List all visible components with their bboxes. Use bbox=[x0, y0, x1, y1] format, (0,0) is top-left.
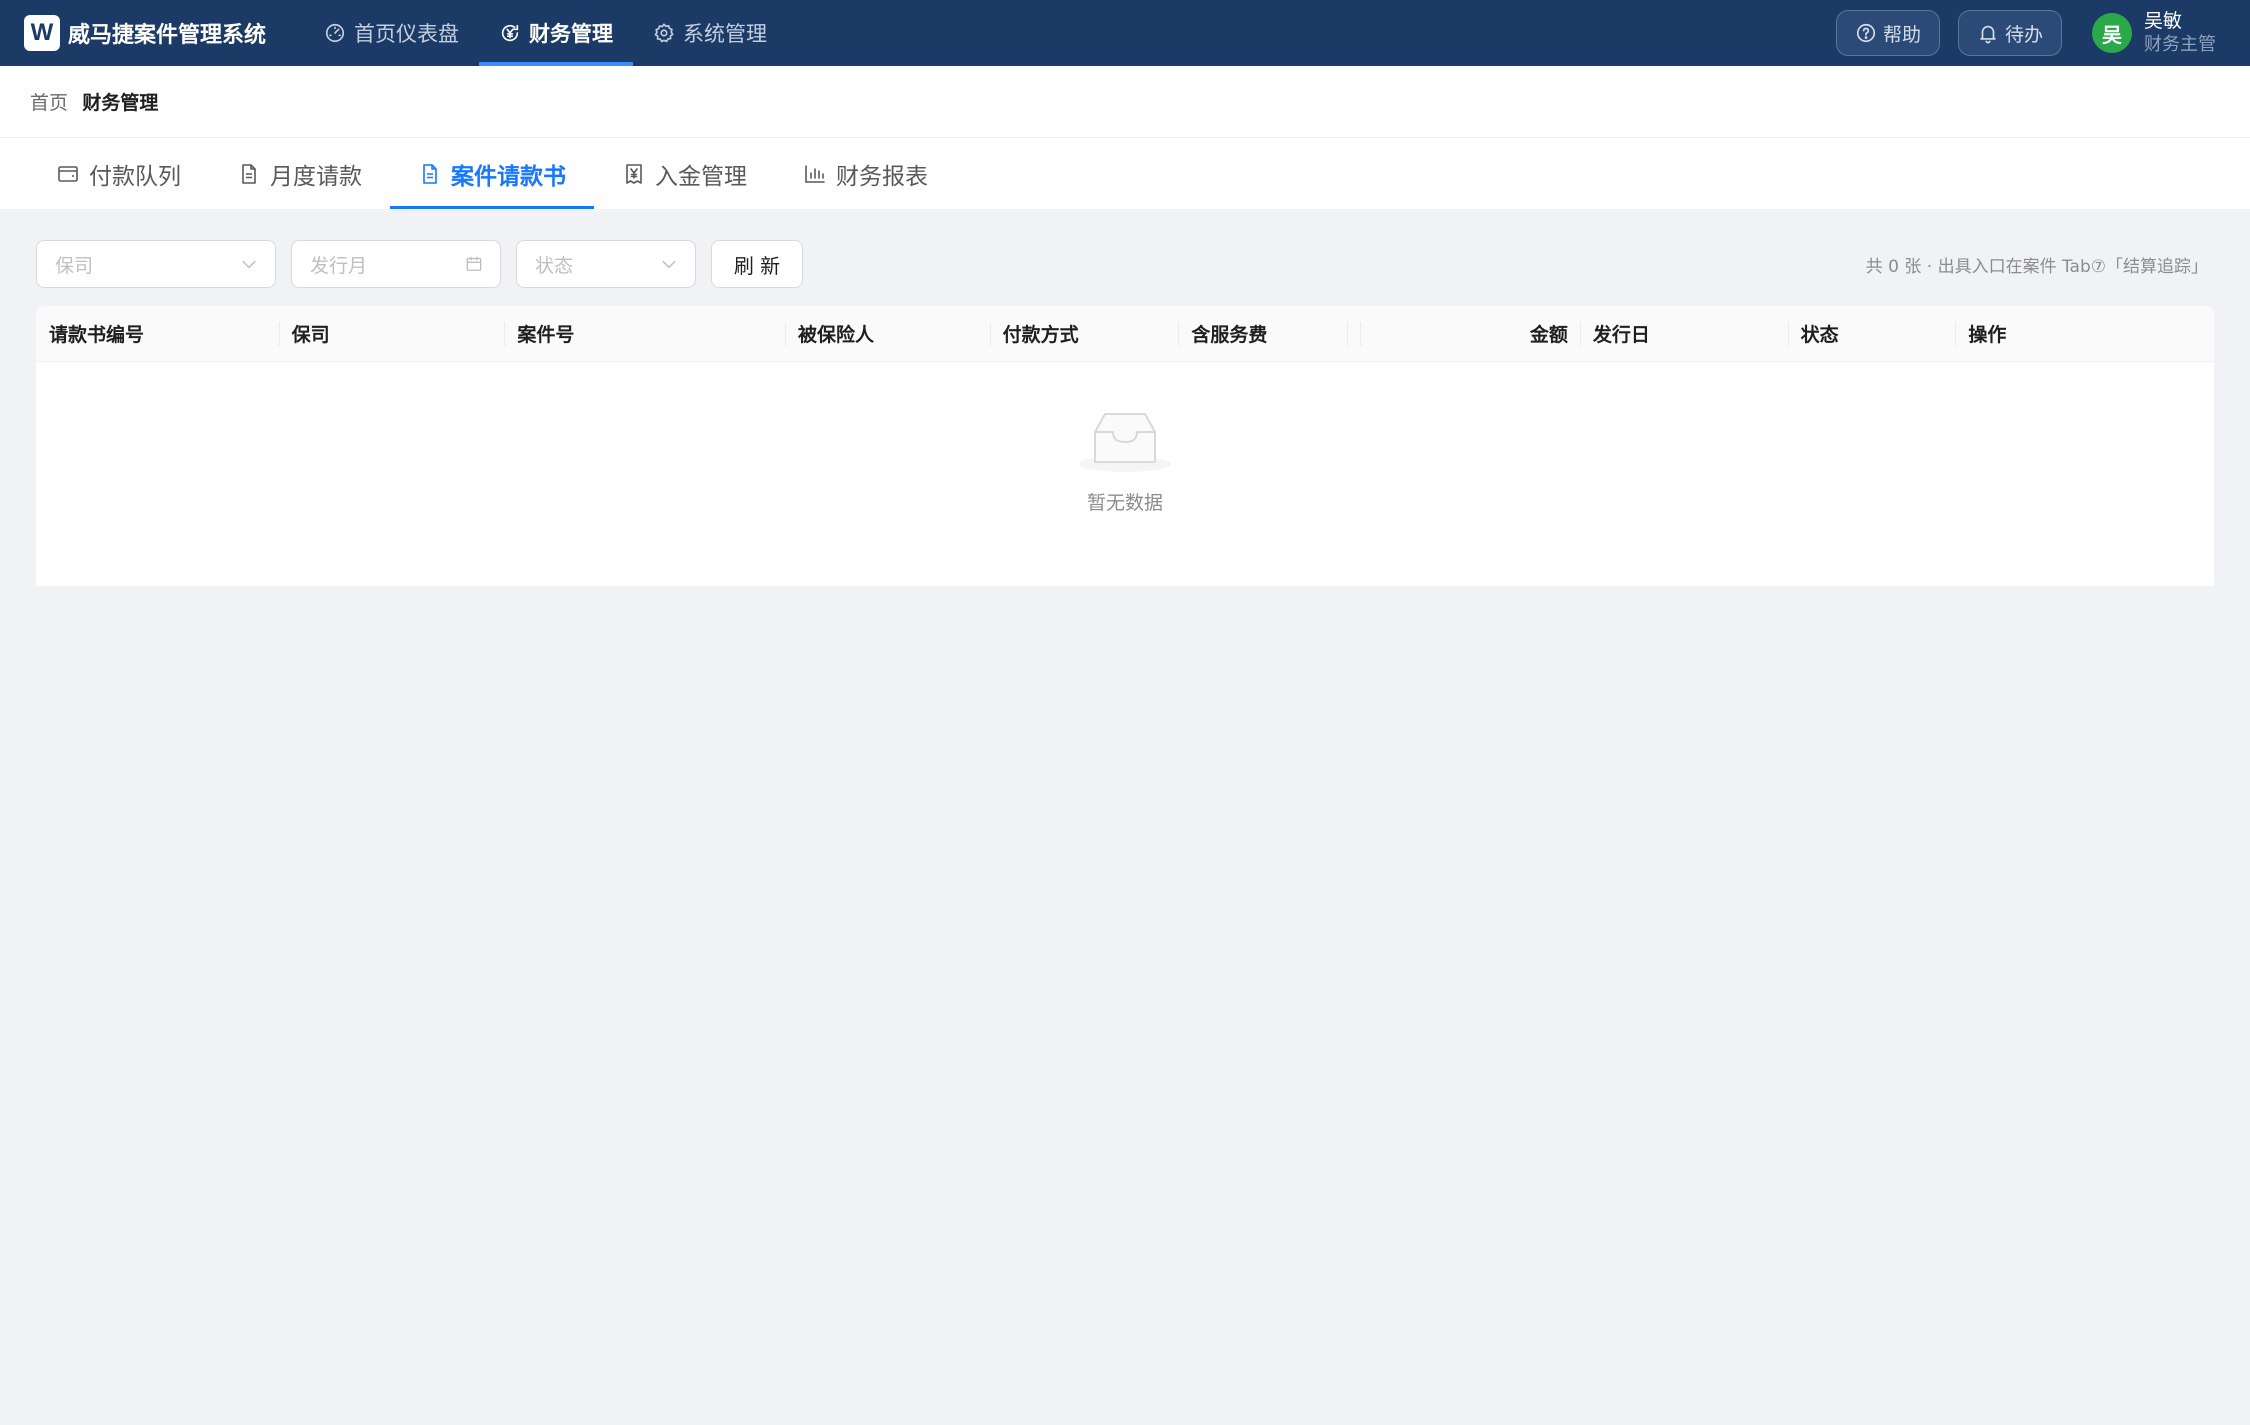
tab-label: 案件请款书 bbox=[451, 163, 566, 190]
issue-month-picker[interactable]: 发行月 bbox=[291, 240, 501, 288]
user-info: 吴敏 财务主管 bbox=[2144, 9, 2216, 57]
todo-label: 待办 bbox=[2004, 23, 2043, 46]
status-placeholder: 状态 bbox=[535, 254, 574, 277]
issue-month-placeholder: 发行月 bbox=[310, 254, 368, 277]
nav-item-dashboard[interactable]: 首页仪表盘 bbox=[304, 0, 479, 66]
user-name: 吴敏 bbox=[2144, 10, 2183, 32]
column-header-payment-method[interactable]: 付款方式 bbox=[989, 306, 1179, 362]
user-role: 财务主管 bbox=[2144, 34, 2216, 55]
tab-label: 月度请款 bbox=[270, 163, 362, 190]
tab-monthly-billing[interactable]: 月度请款 bbox=[209, 138, 390, 209]
tab-case-invoices[interactable]: 案件请款书 bbox=[390, 138, 594, 209]
insurer-placeholder: 保司 bbox=[55, 254, 94, 277]
breadcrumb-home[interactable]: 首页 bbox=[30, 88, 68, 115]
nav-item-label: 系统管理 bbox=[683, 22, 768, 46]
nav-item-label: 财务管理 bbox=[529, 22, 614, 46]
column-header-service-fee[interactable]: 含服务费 bbox=[1178, 306, 1347, 362]
invoice-table: 请款书编号 保司 案件号 被保险人 付款方式 含服务费 金额 发行日 状态 操作… bbox=[36, 306, 2214, 586]
todo-button[interactable]: 待办 bbox=[1957, 10, 2062, 56]
top-actions: 帮助 待办 吴 吴敏 财务主管 bbox=[1835, 0, 2250, 66]
brand[interactable]: W 威马捷案件管理系统 bbox=[24, 15, 266, 51]
column-header-status[interactable]: 状态 bbox=[1787, 306, 1956, 362]
tab-label: 付款队列 bbox=[89, 163, 181, 190]
tab-finance-reports[interactable]: 财务报表 bbox=[775, 138, 956, 209]
insurer-select[interactable]: 保司 bbox=[36, 240, 276, 288]
breadcrumb-current: 财务管理 bbox=[82, 92, 159, 114]
column-header-insured[interactable]: 被保险人 bbox=[784, 306, 990, 362]
document-icon bbox=[242, 163, 256, 184]
finance-tabs: 付款队列 月度请款 案件请款书 入金管理 财务报表 bbox=[0, 138, 2250, 209]
breadcrumb: 首页 / 财务管理 bbox=[0, 66, 2250, 138]
count-hint: 共 0 张 · 出具入口在案件 Tab⑦「结算追踪」 bbox=[1865, 257, 2208, 277]
chevron-down-icon bbox=[662, 260, 676, 269]
column-header-actions: 操作 bbox=[1955, 306, 2214, 362]
app-logo: W bbox=[24, 15, 60, 51]
empty-inbox-icon bbox=[1079, 413, 1171, 472]
tab-incoming-payments[interactable]: 入金管理 bbox=[594, 138, 775, 209]
top-navigation-bar: W 威马捷案件管理系统 首页仪表盘 财务管理 系统管理 帮助 待办 吴 吴敏 财… bbox=[0, 0, 2250, 66]
dashboard-icon bbox=[325, 23, 345, 43]
bell-icon bbox=[1980, 25, 1996, 44]
nav-item-system[interactable]: 系统管理 bbox=[633, 0, 787, 66]
gear-icon bbox=[654, 23, 674, 43]
column-header-case-no[interactable]: 案件号 bbox=[504, 306, 785, 362]
nav-item-finance[interactable]: 财务管理 bbox=[479, 0, 634, 66]
finance-icon bbox=[501, 24, 519, 42]
table-header: 请款书编号 保司 案件号 被保险人 付款方式 含服务费 金额 发行日 状态 操作 bbox=[36, 306, 2214, 362]
tab-label: 入金管理 bbox=[655, 163, 747, 190]
user-menu[interactable]: 吴 吴敏 财务主管 bbox=[2092, 9, 2216, 57]
app-name: 威马捷案件管理系统 bbox=[68, 23, 267, 48]
column-header-amount[interactable]: 金额 bbox=[1360, 306, 1580, 362]
refresh-button[interactable]: 刷 新 bbox=[711, 240, 803, 288]
column-header-insurer[interactable]: 保司 bbox=[278, 306, 505, 362]
tab-payment-queue[interactable]: 付款队列 bbox=[28, 138, 209, 209]
help-button[interactable]: 帮助 bbox=[1835, 10, 1940, 56]
chevron-down-icon bbox=[242, 260, 256, 269]
main-nav: 首页仪表盘 财务管理 系统管理 bbox=[304, 0, 787, 66]
calendar-icon bbox=[466, 256, 482, 271]
help-icon bbox=[1856, 23, 1876, 43]
help-label: 帮助 bbox=[1882, 23, 1921, 46]
column-header-spacer bbox=[1347, 306, 1360, 362]
document-icon bbox=[423, 163, 437, 184]
filter-bar: 保司 发行月 状态 刷 新 bbox=[36, 240, 803, 288]
empty-text: 暂无数据 bbox=[1086, 492, 1163, 514]
column-header-invoice-no[interactable]: 请款书编号 bbox=[36, 306, 279, 362]
nav-item-label: 首页仪表盘 bbox=[354, 22, 460, 46]
status-select[interactable]: 状态 bbox=[516, 240, 696, 288]
yen-receipt-icon bbox=[626, 163, 642, 184]
empty-state: 暂无数据 bbox=[36, 362, 2214, 586]
breadcrumb-separator: / bbox=[72, 90, 79, 113]
column-header-issue-date[interactable]: 发行日 bbox=[1579, 306, 1788, 362]
bar-chart-icon bbox=[805, 164, 825, 183]
wallet-icon bbox=[58, 165, 78, 182]
avatar: 吴 bbox=[2092, 13, 2132, 53]
tab-label: 财务报表 bbox=[836, 163, 928, 190]
